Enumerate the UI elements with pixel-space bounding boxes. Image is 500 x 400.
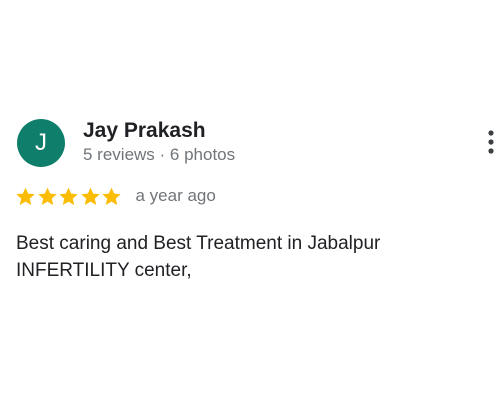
review-text-line: Best caring and Best Treatment in Jabalp… [16, 233, 381, 254]
reviewer-name[interactable]: Jay Prakash [83, 119, 206, 143]
page: J Jay Prakash 5 reviews · 6 photos a yea… [0, 0, 500, 400]
review-date: a year ago [135, 186, 216, 205]
star-icon [59, 187, 78, 205]
review-text-line: INFERTILITY center, [16, 260, 192, 281]
more-vertical-icon [488, 130, 494, 154]
star-icon [102, 187, 121, 205]
star-rating [15, 186, 123, 207]
star-icon [16, 187, 35, 205]
star-icon [80, 187, 100, 205]
review-text: Best caring and Best Treatment in Jabalp… [16, 230, 476, 284]
review-card: J Jay Prakash 5 reviews · 6 photos a yea… [0, 0, 500, 400]
avatar[interactable]: J [17, 119, 65, 167]
reviewer-stats: 5 reviews · 6 photos [83, 145, 236, 164]
star-icon [37, 187, 57, 205]
more-options-button[interactable] [480, 128, 500, 158]
rating-row: a year ago [15, 185, 216, 207]
